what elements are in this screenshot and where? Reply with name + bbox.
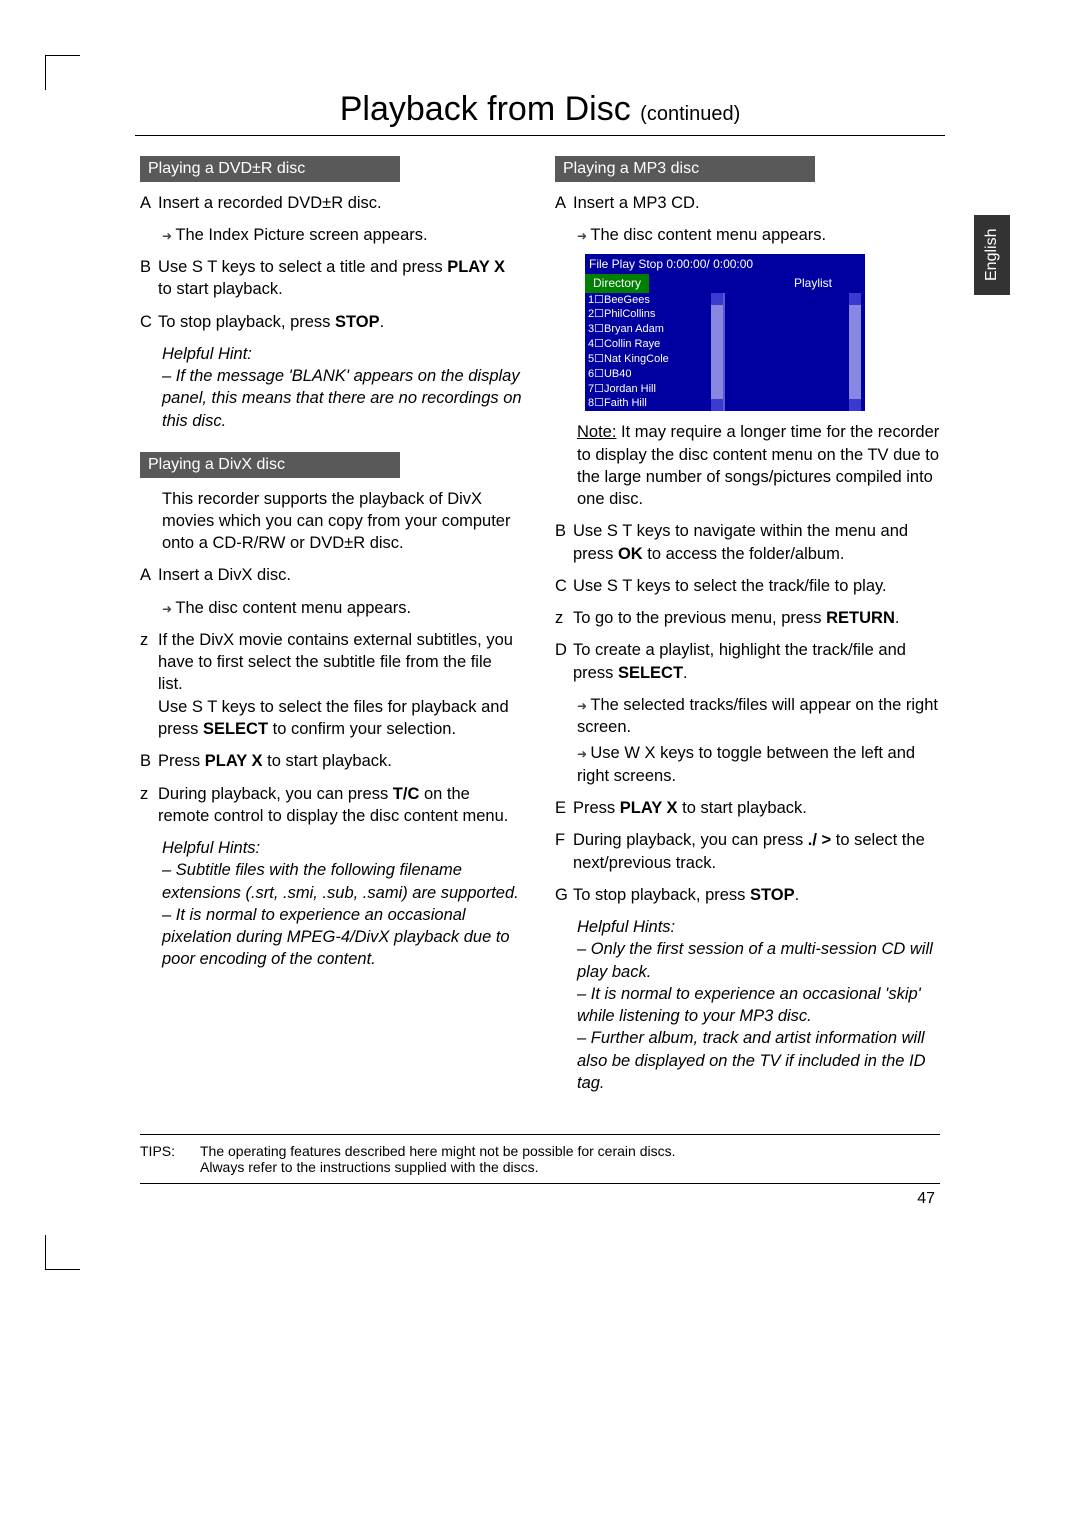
- step-label: B: [140, 750, 158, 772]
- step-label: F: [555, 829, 573, 851]
- list-item: 1☐BeeGees: [588, 293, 708, 308]
- scroll-up-icon: [849, 293, 861, 305]
- result-text: The disc content menu appears.: [577, 224, 940, 246]
- step-text: To stop playback, press STOP.: [573, 884, 934, 906]
- left-column: Playing a DVD±R disc AInsert a recorded …: [140, 150, 525, 1104]
- helpful-hint: Helpful Hint: – If the message 'BLANK' a…: [162, 343, 525, 432]
- step-label: A: [140, 564, 158, 586]
- step-text: Use S T keys to select the track/file to…: [573, 575, 934, 597]
- result-text: The disc content menu appears.: [162, 597, 525, 619]
- helpful-hints: Helpful Hints: – Only the first session …: [577, 916, 940, 1094]
- note-text: Note: It may require a longer time for t…: [577, 421, 940, 510]
- hint-text: – If the message 'BLANK' appears on the …: [162, 365, 525, 432]
- tips-body: The operating features described here mi…: [200, 1143, 676, 1175]
- step-label: z: [140, 629, 158, 651]
- list-item: 6☐UB40: [588, 367, 708, 382]
- list-item: 7☐Jordan Hill: [588, 382, 708, 397]
- menu-tab-directory: Directory: [585, 274, 649, 292]
- step-text: Press PLAY X to start playback.: [158, 750, 519, 772]
- list-item: 5☐Nat KingCole: [588, 352, 708, 367]
- step-label: B: [555, 520, 573, 542]
- list-item: 3☐Bryan Adam: [588, 322, 708, 337]
- title-main: Playback from Disc: [340, 90, 631, 128]
- disc-menu-screenshot: File Play Stop 0:00:00/ 0:00:00 Director…: [585, 254, 865, 411]
- step-text: To go to the previous menu, press RETURN…: [573, 607, 934, 629]
- scroll-down-icon: [711, 399, 723, 411]
- intro-text: This recorder supports the playback of D…: [162, 488, 525, 555]
- right-column: Playing a MP3 disc AInsert a MP3 CD. The…: [555, 150, 940, 1104]
- title-continued: (continued): [640, 103, 740, 125]
- scroll-up-icon: [711, 293, 723, 305]
- step-label: B: [140, 256, 158, 278]
- crop-mark-bl: [45, 1235, 80, 1270]
- step-text: To create a playlist, highlight the trac…: [573, 639, 934, 684]
- scroll-down-icon: [849, 399, 861, 411]
- step-label: z: [555, 607, 573, 629]
- step-text: Insert a MP3 CD.: [573, 192, 934, 214]
- section-heading-dvdr: Playing a DVD±R disc: [140, 156, 400, 182]
- step-label: G: [555, 884, 573, 906]
- content-columns: Playing a DVD±R disc AInsert a recorded …: [75, 150, 1005, 1104]
- step-label: D: [555, 639, 573, 661]
- helpful-hints: Helpful Hints: – Subtitle files with the…: [162, 837, 525, 971]
- result-text: Use W X keys to toggle between the left …: [577, 742, 940, 787]
- step-label: C: [555, 575, 573, 597]
- section-heading-divx: Playing a DivX disc: [140, 452, 400, 478]
- menu-tab-playlist: Playlist: [786, 274, 840, 292]
- section-heading-mp3: Playing a MP3 disc: [555, 156, 815, 182]
- list-item: 2☐PhilCollins: [588, 307, 708, 322]
- header-rule: [135, 135, 945, 136]
- language-tab: English: [974, 215, 1010, 295]
- step-text: During playback, you can press ./ > to s…: [573, 829, 934, 874]
- step-text: Press PLAY X to start playback.: [573, 797, 934, 819]
- page-title: Playback from Disc (continued): [75, 40, 1005, 135]
- step-label: E: [555, 797, 573, 819]
- result-text: The selected tracks/files will appear on…: [577, 694, 940, 739]
- step-text: Use S T keys to select a title and press…: [158, 256, 519, 301]
- step-text: If the DivX movie contains external subt…: [158, 629, 519, 740]
- page-number: 47: [75, 1184, 1005, 1214]
- menu-scrollbar-right: [849, 293, 861, 412]
- step-text: Insert a DivX disc.: [158, 564, 519, 586]
- step-text: Use S T keys to navigate within the menu…: [573, 520, 934, 565]
- step-label: C: [140, 311, 158, 333]
- step-label: A: [140, 192, 158, 214]
- menu-directory-list: 1☐BeeGees 2☐PhilCollins 3☐Bryan Adam 4☐C…: [585, 293, 711, 412]
- step-label: A: [555, 192, 573, 214]
- tips-label: TIPS:: [140, 1143, 200, 1175]
- menu-scrollbar-left: [711, 293, 723, 412]
- step-text: To stop playback, press STOP.: [158, 311, 519, 333]
- menu-playlist-area: [723, 293, 849, 412]
- menu-top-bar: File Play Stop 0:00:00/ 0:00:00: [585, 254, 865, 274]
- step-text: During playback, you can press T/C on th…: [158, 783, 519, 828]
- list-item: 4☐Collin Raye: [588, 337, 708, 352]
- result-text: The Index Picture screen appears.: [162, 224, 525, 246]
- page: Playback from Disc (continued) English P…: [75, 40, 1005, 1214]
- step-label: z: [140, 783, 158, 805]
- step-text: Insert a recorded DVD±R disc.: [158, 192, 519, 214]
- list-item: 8☐Faith Hill: [588, 396, 708, 411]
- tips-footer: TIPS: The operating features described h…: [140, 1134, 940, 1184]
